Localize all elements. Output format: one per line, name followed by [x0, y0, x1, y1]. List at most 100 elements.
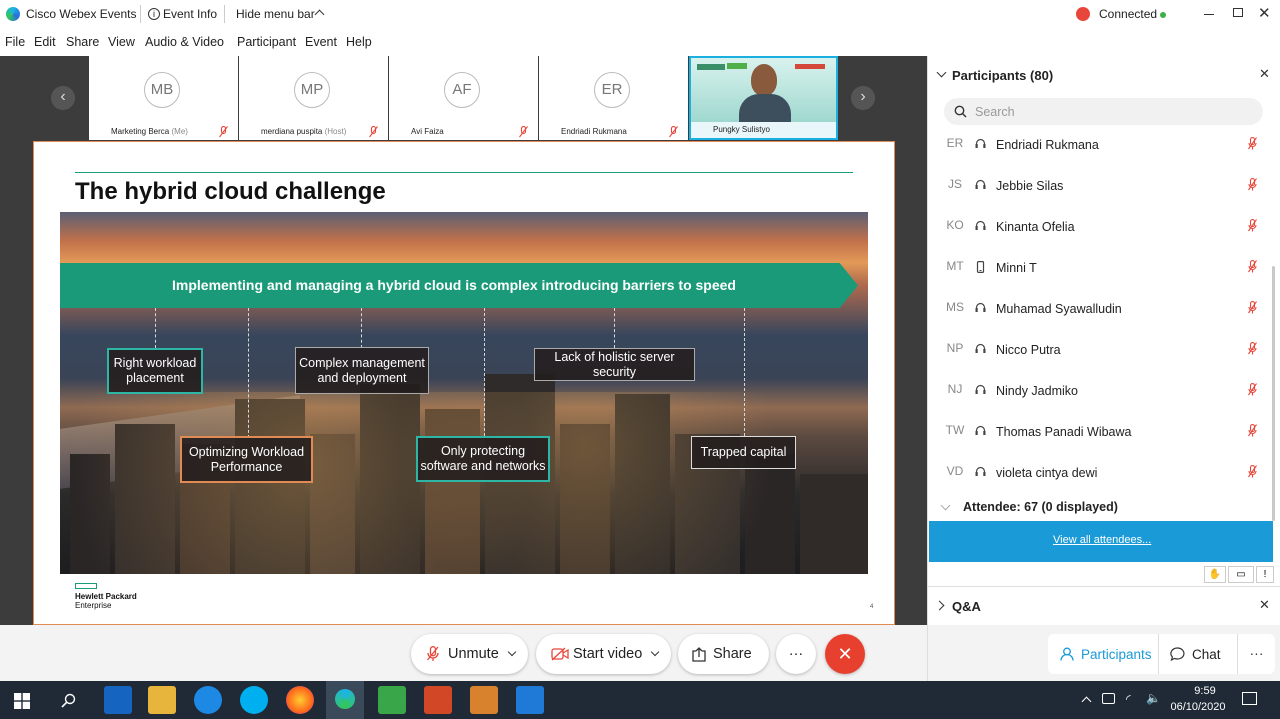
app-icon[interactable]	[378, 686, 406, 714]
banner-text: Implementing and managing a hybrid cloud…	[172, 277, 736, 293]
search-placeholder: Search	[975, 105, 1015, 119]
mic-muted-icon[interactable]	[1248, 465, 1257, 478]
raise-hand-button[interactable]: ✋	[1204, 566, 1226, 583]
avatar: MS	[946, 300, 964, 314]
minimize-button[interactable]	[1204, 14, 1214, 15]
media-player-icon[interactable]	[470, 686, 498, 714]
clock-date[interactable]: 06/10/2020	[1167, 701, 1229, 713]
chevron-down-icon[interactable]	[507, 647, 517, 657]
challenge-box: Lack of holistic server security	[534, 348, 695, 381]
view-all-attendees-link[interactable]: View all attendees...	[1053, 534, 1151, 546]
network-icon[interactable]	[1102, 693, 1115, 704]
participant-name: Marketing Berca	[111, 127, 170, 136]
participant-row[interactable]: TW Thomas Panadi Wibawa	[942, 414, 1262, 455]
headset-icon	[975, 466, 986, 476]
notification-icon[interactable]	[1242, 692, 1257, 705]
chat-tab-button[interactable]: Chat	[1159, 634, 1237, 674]
video-thumbnail[interactable]: AF Avi Faiza	[389, 56, 538, 140]
scrollbar[interactable]	[1272, 266, 1275, 521]
feedback-button[interactable]: ▭	[1228, 566, 1254, 583]
start-video-label: Start video	[573, 646, 643, 662]
participant-row[interactable]: ER Endriadi Rukmana	[942, 127, 1262, 168]
connector-line	[744, 308, 745, 436]
participant-row[interactable]: MT Minni T	[942, 250, 1262, 291]
participant-row[interactable]: MS Muhamad Syawalludin	[942, 291, 1262, 332]
alert-button[interactable]: !	[1256, 566, 1274, 583]
clock-time[interactable]: 9:59	[1185, 685, 1225, 697]
more-options-button[interactable]: ···	[776, 634, 816, 674]
next-thumbnails-button[interactable]: ›	[851, 86, 875, 110]
prev-thumbnails-button[interactable]: ‹	[51, 86, 75, 110]
edge-icon[interactable]	[194, 686, 222, 714]
mic-muted-icon[interactable]	[1248, 301, 1257, 314]
participant-row[interactable]: JS Jebbie Silas	[942, 168, 1262, 209]
participant-role: (Me)	[171, 127, 188, 136]
participants-tab-button[interactable]: Participants	[1048, 634, 1158, 674]
file-explorer-icon[interactable]	[148, 686, 176, 714]
video-thumbnail[interactable]: MP merdiana puspita (Host)	[239, 56, 388, 140]
search-input[interactable]: Search	[944, 98, 1263, 125]
share-button[interactable]: Share	[678, 634, 769, 674]
app-icon[interactable]	[516, 686, 544, 714]
skype-icon[interactable]	[240, 686, 268, 714]
participant-name: violeta cintya dewi	[996, 466, 1098, 480]
active-speaker-thumbnail[interactable]: Pungky Sulistyo	[689, 56, 838, 140]
avatar: KO	[946, 218, 964, 232]
view-all-attendees-bar[interactable]: View all attendees...	[929, 521, 1273, 562]
participant-row[interactable]: NJ Nindy Jadmiko	[942, 373, 1262, 414]
panel-more-button[interactable]: ···	[1238, 634, 1275, 674]
app-name: Cisco Webex Events	[26, 7, 137, 21]
collapse-chevron-icon[interactable]	[936, 67, 947, 78]
webex-taskbar-button[interactable]	[326, 681, 364, 719]
meeting-controls: Unmute Start video Share ··· ✕	[0, 625, 927, 681]
mic-muted-icon[interactable]	[1248, 342, 1257, 355]
hpe-logo-line2: Enterprise	[75, 601, 112, 610]
restore-button[interactable]	[1233, 8, 1243, 17]
video-thumbnail[interactable]: ER Endriadi Rukmana	[539, 56, 688, 140]
close-window-button[interactable]: ✕	[1258, 4, 1271, 22]
menu-audio-video[interactable]: Audio & Video	[145, 35, 224, 49]
participant-row[interactable]: VD violeta cintya dewi	[942, 455, 1262, 496]
menu-help[interactable]: Help	[346, 35, 372, 49]
windows-start-icon[interactable]	[14, 693, 30, 709]
menu-view[interactable]: View	[108, 35, 135, 49]
hide-menu-bar-button[interactable]: Hide menu bar	[236, 0, 328, 29]
firefox-icon[interactable]	[286, 686, 314, 714]
menu-edit[interactable]: Edit	[34, 35, 56, 49]
unmute-button[interactable]: Unmute	[411, 634, 528, 674]
participant-row[interactable]: KO Kinanta Ofelia	[942, 209, 1262, 250]
powerpoint-icon[interactable]	[424, 686, 452, 714]
chevron-down-icon[interactable]	[940, 500, 951, 511]
city-skyline-image: Implementing and managing a hybrid cloud…	[60, 212, 868, 574]
mic-muted-icon[interactable]	[1248, 424, 1257, 437]
leave-meeting-button[interactable]: ✕	[825, 634, 865, 674]
menu-participant[interactable]: Participant	[237, 35, 296, 49]
chevron-down-icon[interactable]	[651, 647, 660, 657]
participant-name: Endriadi Rukmana	[561, 127, 627, 136]
divider	[140, 5, 141, 23]
video-thumbnail[interactable]: MB Marketing Berca (Me)	[89, 56, 238, 140]
speaker-video	[691, 58, 836, 122]
close-panel-button[interactable]: ✕	[1259, 66, 1270, 82]
wifi-icon[interactable]: ◜	[1126, 692, 1131, 706]
search-icon[interactable]	[61, 693, 76, 708]
mic-muted-icon[interactable]	[1248, 178, 1257, 191]
chevron-up-icon[interactable]	[1081, 696, 1092, 707]
chevron-right-icon[interactable]	[934, 600, 945, 611]
mic-muted-icon[interactable]	[1248, 137, 1257, 150]
connector-line	[155, 308, 156, 348]
menu-share[interactable]: Share	[66, 35, 99, 49]
volume-icon[interactable]: 🔈	[1146, 691, 1161, 705]
start-video-button[interactable]: Start video	[536, 634, 671, 674]
outlook-icon[interactable]	[104, 686, 132, 714]
hide-menu-label: Hide menu bar	[236, 7, 315, 21]
mic-muted-icon[interactable]	[1248, 383, 1257, 396]
menu-file[interactable]: File	[5, 35, 25, 49]
menu-event[interactable]: Event	[305, 35, 337, 49]
participant-name: Muhamad Syawalludin	[996, 302, 1122, 316]
mic-muted-icon[interactable]	[1248, 260, 1257, 273]
thumbnail-name: Marketing Berca (Me)	[89, 124, 238, 140]
participant-row[interactable]: NP Nicco Putra	[942, 332, 1262, 373]
mic-muted-icon[interactable]	[1248, 219, 1257, 232]
close-qa-button[interactable]: ✕	[1259, 597, 1270, 613]
